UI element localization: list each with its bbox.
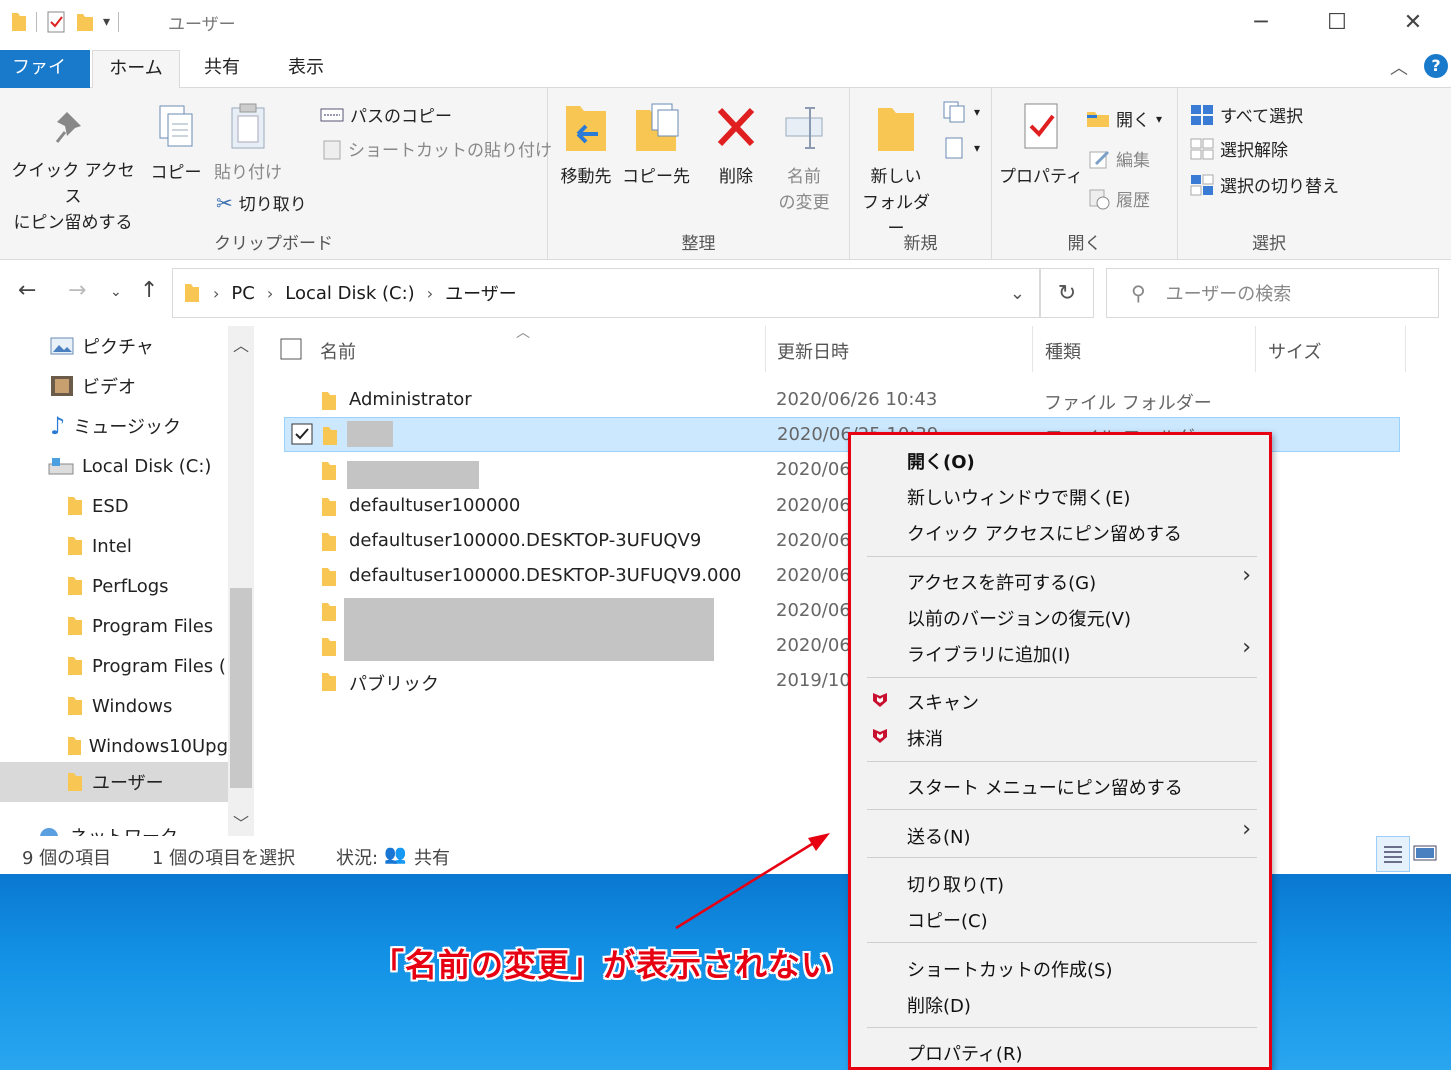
submenu-arrow-icon: › <box>1242 635 1251 660</box>
submenu-arrow-icon: › <box>1242 817 1251 842</box>
menu-item-open-new-window[interactable]: 新しいウィンドウで開く(E) <box>907 484 1130 510</box>
menu-separator <box>867 677 1257 678</box>
menu-separator <box>867 857 1257 858</box>
menu-item-scan[interactable]: スキャン <box>907 689 979 715</box>
menu-item-pin-quick-access[interactable]: クイック アクセスにピン留めする <box>907 520 1182 546</box>
submenu-arrow-icon: › <box>1242 563 1251 588</box>
annotation-text: 「名前の変更」が表示されない <box>372 946 835 984</box>
mcafee-shield-icon <box>873 693 887 707</box>
menu-separator <box>867 942 1257 943</box>
menu-item-properties[interactable]: プロパティ(R) <box>907 1040 1022 1066</box>
menu-item-copy[interactable]: コピー(C) <box>907 907 988 933</box>
menu-item-delete[interactable]: 削除(D) <box>907 992 971 1018</box>
mcafee-shield-icon <box>873 729 887 743</box>
menu-item-create-shortcut[interactable]: ショートカットの作成(S) <box>907 956 1112 982</box>
menu-separator <box>867 809 1257 810</box>
menu-item-restore-versions[interactable]: 以前のバージョンの復元(V) <box>907 605 1131 631</box>
menu-separator <box>867 761 1257 762</box>
menu-separator <box>867 1027 1257 1028</box>
menu-separator <box>867 556 1257 557</box>
menu-item-add-to-library[interactable]: ライブラリに追加(I) <box>907 641 1070 667</box>
menu-item-cut[interactable]: 切り取り(T) <box>907 871 1004 897</box>
menu-item-send-to[interactable]: 送る(N) <box>907 823 971 849</box>
context-menu: 開く(O) 新しいウィンドウで開く(E) クイック アクセスにピン留めする アク… <box>848 432 1272 1070</box>
menu-item-shred[interactable]: 抹消 <box>907 725 943 751</box>
menu-item-give-access[interactable]: アクセスを許可する(G) <box>907 569 1096 595</box>
menu-item-pin-start[interactable]: スタート メニューにピン留めする <box>907 774 1183 800</box>
menu-item-open[interactable]: 開く(O) <box>907 448 975 474</box>
